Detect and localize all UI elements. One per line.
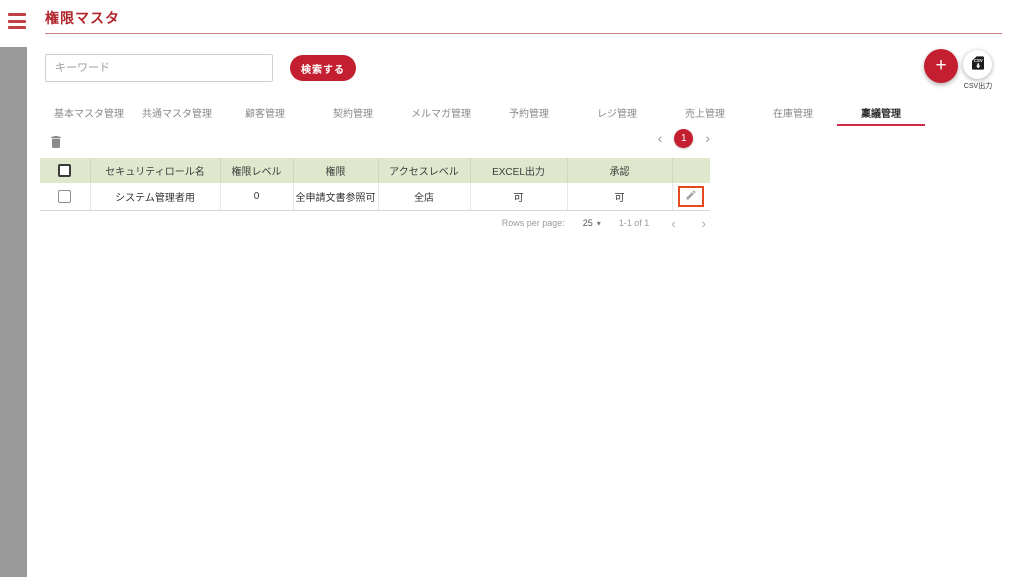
tab-basic-master[interactable]: 基本マスタ管理 — [45, 100, 133, 126]
plus-icon: + — [935, 55, 946, 76]
tab-contract[interactable]: 契約管理 — [309, 100, 397, 126]
column-header-approval: 承認 — [567, 158, 672, 183]
tab-customer[interactable]: 顧客管理 — [221, 100, 309, 126]
tab-common-master[interactable]: 共通マスタ管理 — [133, 100, 221, 126]
pencil-icon — [685, 189, 697, 204]
tab-inventory[interactable]: 在庫管理 — [749, 100, 837, 126]
pagination-top: ‹ 1 › — [40, 127, 710, 149]
keyword-input[interactable] — [45, 54, 273, 82]
next-page-icon[interactable]: › — [698, 217, 710, 230]
current-page-button[interactable]: 1 — [674, 129, 693, 148]
table-header-row: セキュリティロール名 権限レベル 権限 アクセスレベル EXCEL出力 承認 — [40, 158, 710, 183]
permission-table: セキュリティロール名 権限レベル 権限 アクセスレベル EXCEL出力 承認 シ… — [40, 158, 710, 211]
svg-text:CSV: CSV — [973, 58, 982, 63]
tab-reservation[interactable]: 予約管理 — [485, 100, 573, 126]
cell-access-level: 全店 — [378, 183, 470, 210]
csv-export-button[interactable]: CSV — [963, 50, 992, 79]
hamburger-bar — [8, 13, 26, 16]
title-divider — [45, 33, 1002, 34]
cell-permission-level: 0 — [220, 183, 293, 210]
edit-row-button[interactable] — [678, 186, 704, 207]
chevron-down-icon: ▾ — [597, 219, 601, 228]
page-next-icon[interactable]: › — [705, 131, 710, 145]
cell-excel-output: 可 — [470, 183, 567, 210]
column-header-role-name: セキュリティロール名 — [90, 158, 220, 183]
row-checkbox[interactable] — [58, 190, 71, 203]
tab-bar: 基本マスタ管理 共通マスタ管理 顧客管理 契約管理 メルマガ管理 予約管理 レジ… — [45, 100, 925, 126]
hamburger-bar — [8, 26, 26, 29]
page-title: 権限マスタ — [45, 8, 120, 28]
column-header-excel-output: EXCEL出力 — [470, 158, 567, 183]
hamburger-bar — [8, 20, 26, 23]
page-prev-icon[interactable]: ‹ — [658, 131, 663, 145]
add-button[interactable]: + — [924, 49, 958, 83]
tab-register[interactable]: レジ管理 — [573, 100, 661, 126]
csv-file-icon: CSV — [970, 55, 986, 74]
column-header-permission-level: 権限レベル — [220, 158, 293, 183]
tab-mail-magazine[interactable]: メルマガ管理 — [397, 100, 485, 126]
column-header-actions — [672, 158, 710, 183]
rows-per-page-label: Rows per page: — [502, 218, 565, 228]
pagination-bottom: Rows per page: 25 ▾ 1-1 of 1 ‹ › — [40, 211, 710, 235]
column-header-access-level: アクセスレベル — [378, 158, 470, 183]
cell-permission: 全申請文書参照可 — [293, 183, 378, 210]
column-header-permission: 権限 — [293, 158, 378, 183]
tab-sales[interactable]: 売上管理 — [661, 100, 749, 126]
table-row: システム管理者用 0 全申請文書参照可 全店 可 可 — [40, 183, 710, 210]
hamburger-menu-button[interactable] — [8, 13, 28, 29]
prev-page-icon[interactable]: ‹ — [667, 217, 679, 230]
collapsed-sidebar[interactable] — [0, 47, 27, 577]
search-button[interactable]: 検索する — [290, 55, 356, 81]
csv-export-label: CSV出力 — [948, 81, 1008, 91]
rows-per-page-select[interactable]: 25 ▾ — [583, 218, 601, 228]
cell-role-name: システム管理者用 — [90, 183, 220, 210]
tab-ringi-management[interactable]: 稟議管理 — [837, 100, 925, 126]
rows-per-page-value: 25 — [583, 218, 593, 228]
range-label: 1-1 of 1 — [619, 218, 650, 228]
select-all-checkbox[interactable] — [58, 164, 71, 177]
cell-approval: 可 — [567, 183, 672, 210]
